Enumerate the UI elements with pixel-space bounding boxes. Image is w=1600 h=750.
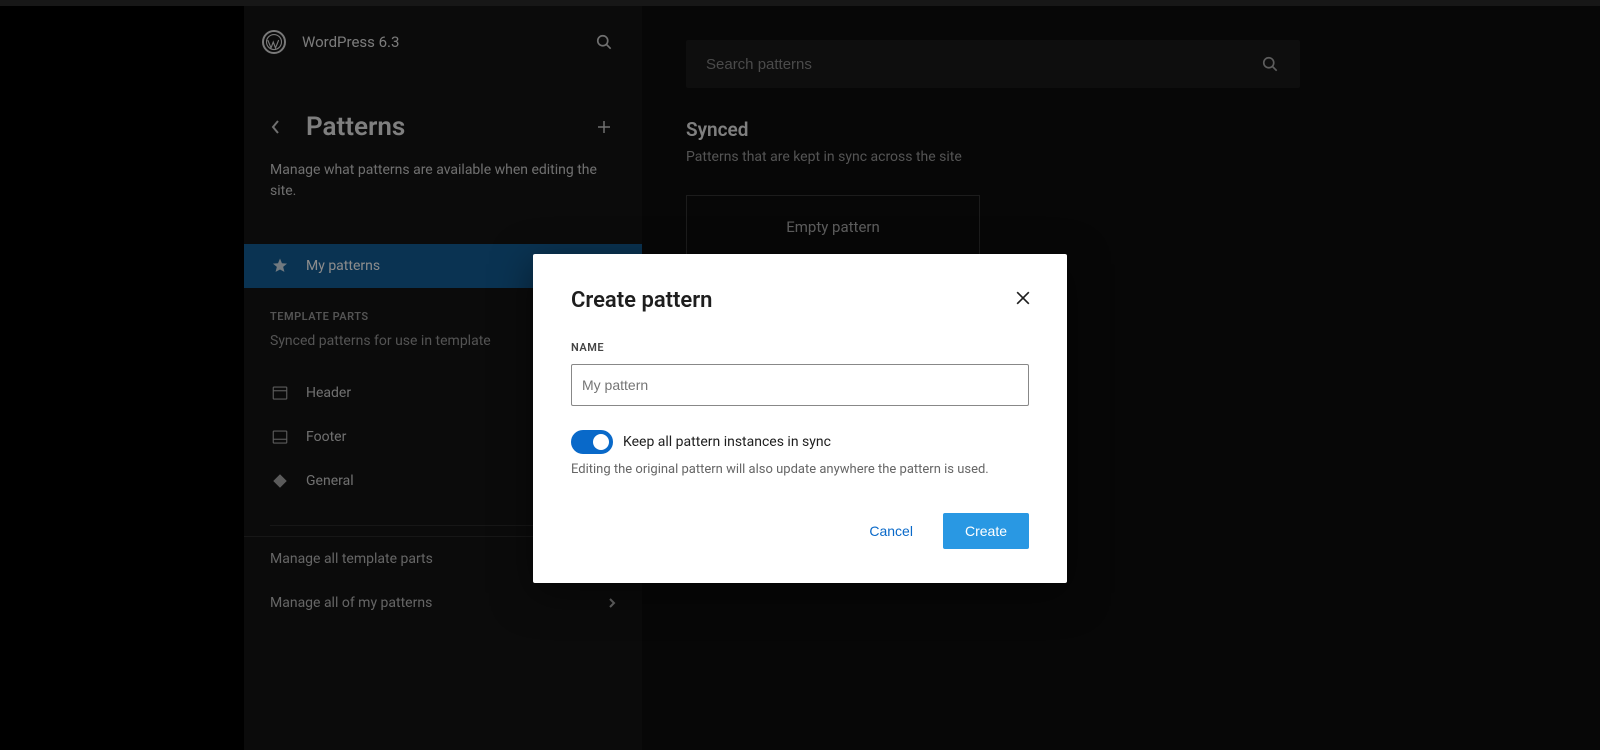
- create-pattern-modal: Create pattern NAME Keep all pattern ins…: [533, 254, 1067, 583]
- modal-overlay[interactable]: Create pattern NAME Keep all pattern ins…: [0, 0, 1600, 750]
- modal-title: Create pattern: [571, 288, 1029, 313]
- name-field-label: NAME: [571, 341, 1029, 354]
- modal-actions: Cancel Create: [571, 513, 1029, 549]
- sync-help-text: Editing the original pattern will also u…: [571, 462, 1029, 477]
- sync-toggle[interactable]: [571, 430, 613, 454]
- sync-toggle-label: Keep all pattern instances in sync: [623, 434, 831, 450]
- pattern-name-input[interactable]: [571, 364, 1029, 406]
- close-button[interactable]: [1011, 286, 1035, 310]
- create-button[interactable]: Create: [943, 513, 1029, 549]
- sync-toggle-row: Keep all pattern instances in sync: [571, 430, 1029, 454]
- cancel-button[interactable]: Cancel: [855, 513, 927, 549]
